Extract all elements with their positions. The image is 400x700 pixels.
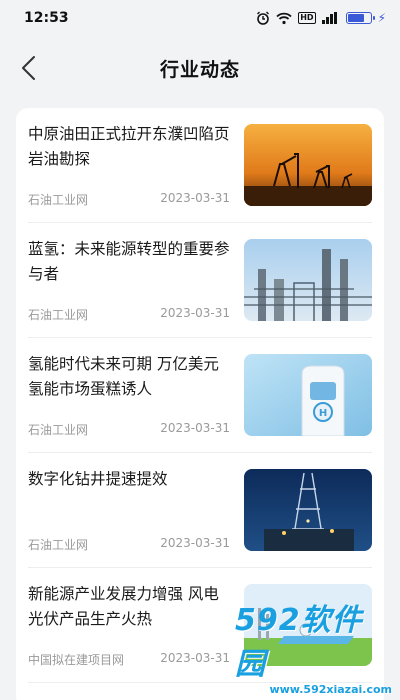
news-date: 2023-03-31 <box>160 421 230 435</box>
news-source: 石油工业网 <box>28 423 89 437</box>
wifi-icon <box>276 12 292 24</box>
signal-icon <box>321 12 337 24</box>
news-title: 氢能时代未来可期 万亿美元氢能市场蛋糕诱人 <box>28 355 219 398</box>
news-title: 新能源产业发展力增强 风电光伏产品生产火热 <box>28 585 219 628</box>
watermark: 592软件园 www.592xiazai.com <box>235 603 400 700</box>
battery-icon <box>345 12 375 24</box>
news-thumbnail <box>244 124 372 206</box>
news-source: 石油工业网 <box>28 308 89 322</box>
news-date: 2023-03-31 <box>160 651 230 665</box>
news-item[interactable]: 氢能时代未来可期 万亿美元氢能市场蛋糕诱人 石油工业网 2023-03-31 H <box>28 338 372 453</box>
page-title: 行业动态 <box>159 58 240 81</box>
news-date: 2023-03-31 <box>160 306 230 320</box>
news-title: 中原油田正式拉开东濮凹陷页岩油勘探 <box>28 125 230 168</box>
status-bar: 12:53 HD ⚡ <box>0 0 400 36</box>
news-item[interactable]: 中原油田正式拉开东濮凹陷页岩油勘探 石油工业网 2023-03-31 <box>28 108 372 223</box>
watermark-logo: 592软件园 <box>235 603 363 682</box>
news-source: 中国拟在建项目网 <box>28 653 125 667</box>
news-item[interactable]: 数字化钻井提速提效 石油工业网 2023-03-31 <box>28 453 372 568</box>
news-title: 数字化钻井提速提效 <box>28 470 168 488</box>
news-thumbnail: H <box>244 354 372 436</box>
news-item[interactable]: 蓝氢：未来能源转型的重要参与者 石油工业网 2023-03-31 <box>28 223 372 338</box>
news-source: 石油工业网 <box>28 193 89 207</box>
alarm-icon <box>257 11 270 25</box>
chevron-left-icon <box>22 56 35 80</box>
status-time: 12:53 <box>24 10 69 26</box>
hd-badge: HD <box>298 12 316 24</box>
news-date: 2023-03-31 <box>160 191 230 205</box>
news-thumbnail <box>244 239 372 321</box>
news-date: 2023-03-31 <box>160 536 230 550</box>
news-title: 蓝氢：未来能源转型的重要参与者 <box>28 240 230 283</box>
status-icons: HD ⚡ <box>256 11 386 25</box>
svg-text:H: H <box>319 408 327 419</box>
back-button[interactable] <box>10 50 46 86</box>
news-source: 石油工业网 <box>28 538 89 552</box>
watermark-url: www.592xiazai.com <box>269 683 392 696</box>
charging-icon: ⚡ <box>377 11 386 25</box>
news-thumbnail <box>244 469 372 551</box>
nav-bar: 行业动态 <box>0 36 400 100</box>
